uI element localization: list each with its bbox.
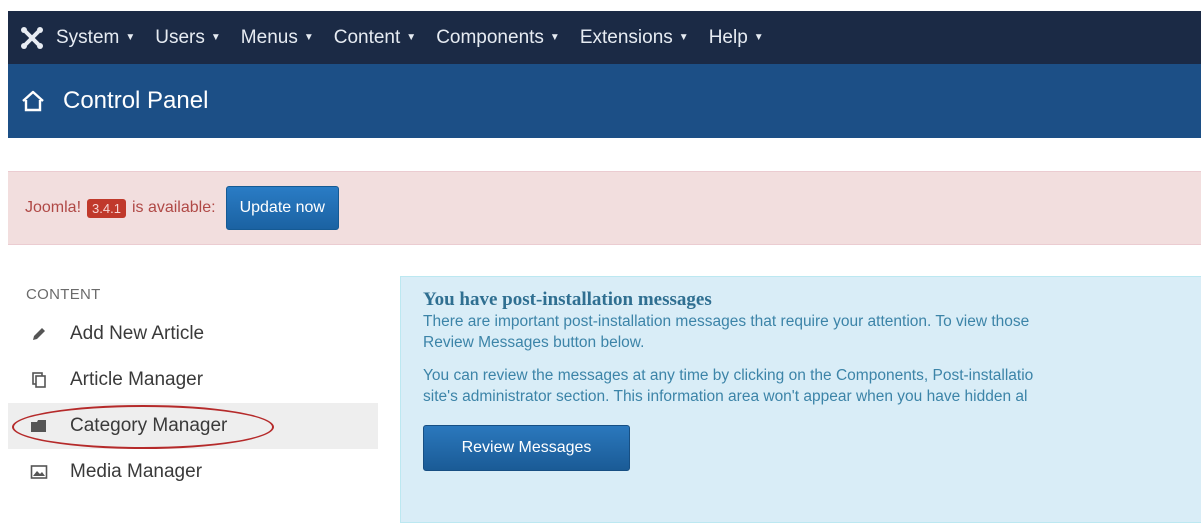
menu-system[interactable]: System ▼ xyxy=(56,27,135,49)
sidebar-item-media-manager[interactable]: Media Manager xyxy=(8,449,378,495)
menu-label: Content xyxy=(333,26,401,48)
review-messages-button[interactable]: Review Messages xyxy=(423,425,630,471)
message-line: You can review the messages at any time … xyxy=(423,367,1034,384)
menu-menus[interactable]: Menus ▼ xyxy=(241,27,314,49)
admin-menu-bar: System ▼ Users ▼ Menus ▼ Content ▼ Component… xyxy=(8,11,1201,64)
caret-down-icon: ▼ xyxy=(125,31,136,43)
message-line: site's administrator section. This infor… xyxy=(423,388,1028,405)
alert-prefix: Joomla! xyxy=(25,199,82,216)
caret-down-icon: ▼ xyxy=(303,31,314,43)
joomla-logo-icon[interactable] xyxy=(8,11,56,64)
menu-components[interactable]: Components ▼ xyxy=(436,27,560,49)
folder-icon xyxy=(28,416,50,436)
menu-content[interactable]: Content ▼ xyxy=(334,27,416,49)
copy-icon xyxy=(28,370,50,390)
sidebar-heading: CONTENT xyxy=(26,286,101,303)
main-menu: System ▼ Users ▼ Menus ▼ Content ▼ Component… xyxy=(56,11,784,64)
message-title: You have post-installation messages xyxy=(423,289,712,310)
caret-down-icon: ▼ xyxy=(678,31,689,43)
alert-message: Joomla! 3.4.1 is available: xyxy=(25,198,216,218)
caret-down-icon: ▼ xyxy=(549,31,560,43)
caret-down-icon: ▼ xyxy=(753,31,764,43)
sidebar-item-add-new-article[interactable]: Add New Article xyxy=(8,311,378,357)
menu-label: Components xyxy=(436,26,544,48)
menu-label: Users xyxy=(155,26,205,48)
image-icon xyxy=(28,462,50,482)
sidebar-item-category-manager[interactable]: Category Manager xyxy=(8,403,378,449)
version-badge: 3.4.1 xyxy=(87,198,126,218)
sidebar-item-label: Category Manager xyxy=(70,415,228,436)
pencil-icon xyxy=(28,324,50,344)
message-line: There are important post-installation me… xyxy=(423,313,1030,330)
sidebar-item-label: Article Manager xyxy=(70,369,204,390)
sidebar-item-label: Add New Article xyxy=(70,323,205,344)
menu-label: Extensions xyxy=(579,26,673,48)
menu-extensions[interactable]: Extensions ▼ xyxy=(580,27,689,49)
post-install-message-box: You have post-installation messages Ther… xyxy=(400,276,1201,523)
home-icon xyxy=(22,90,44,112)
sidebar-item-article-manager[interactable]: Article Manager xyxy=(8,357,378,403)
page-title: Control Panel xyxy=(63,87,209,114)
content-sidebar: CONTENT Add New Article Article Manager … xyxy=(8,270,378,495)
sidebar-item-label: Media Manager xyxy=(70,461,203,482)
page-header: Control Panel xyxy=(8,64,1201,138)
update-now-button[interactable]: Update now xyxy=(225,186,339,230)
menu-label: Menus xyxy=(240,26,298,48)
caret-down-icon: ▼ xyxy=(210,31,221,43)
alert-suffix: is available: xyxy=(131,199,216,216)
menu-label: Help xyxy=(708,26,748,48)
menu-label: System xyxy=(56,26,120,48)
message-line: Review Messages button below. xyxy=(423,334,645,351)
update-alert: Joomla! 3.4.1 is available: Update now xyxy=(8,171,1201,245)
menu-help[interactable]: Help ▼ xyxy=(709,27,764,49)
menu-users[interactable]: Users ▼ xyxy=(155,27,221,49)
caret-down-icon: ▼ xyxy=(406,31,417,43)
